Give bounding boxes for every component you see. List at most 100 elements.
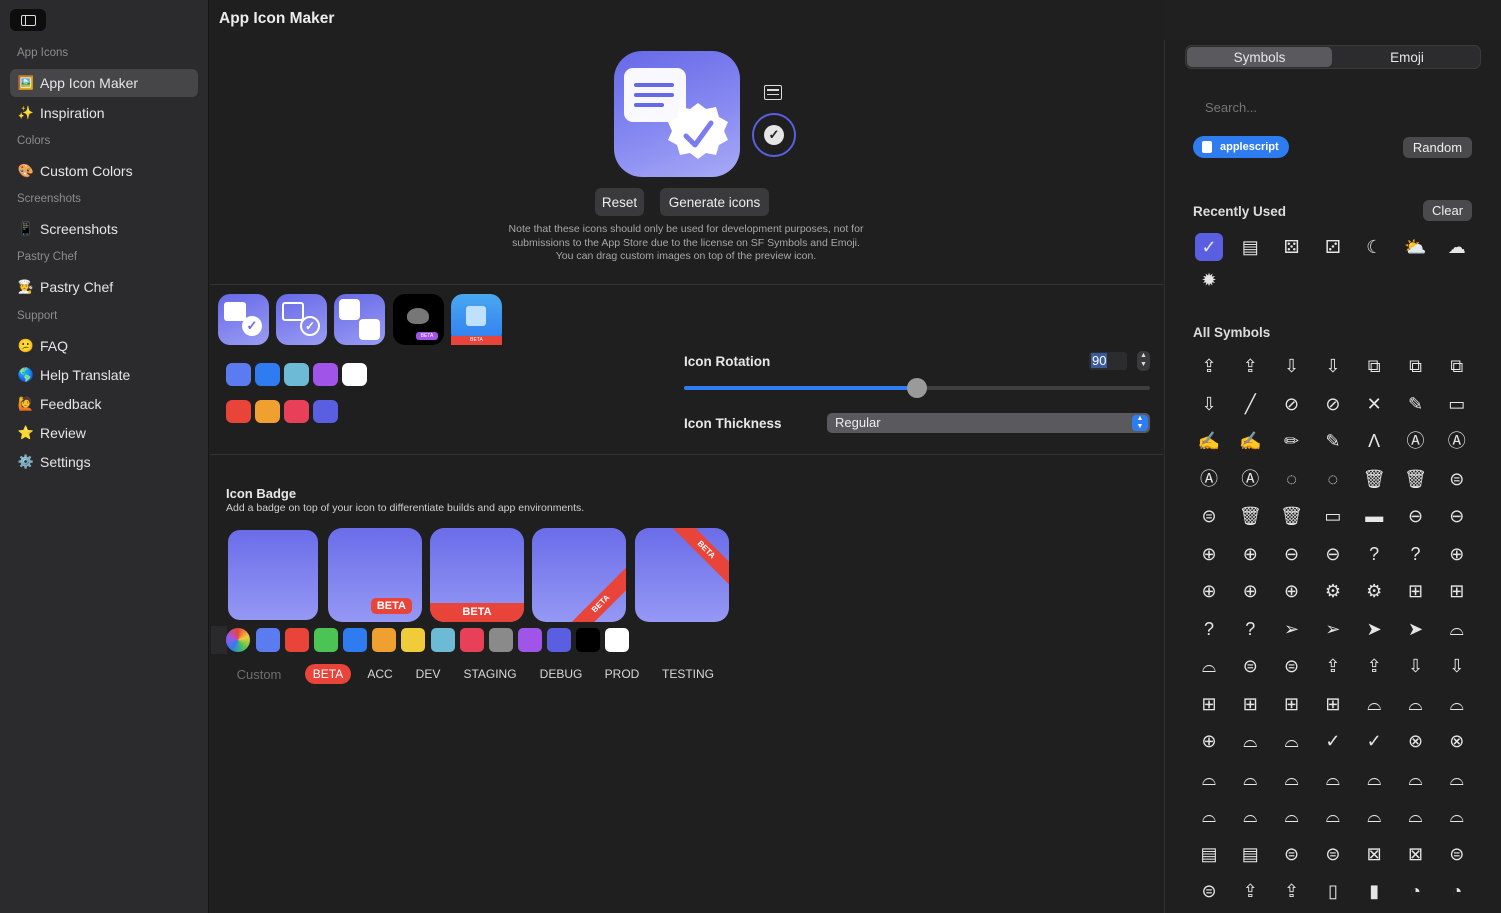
symbol-icon[interactable]: ⊕ xyxy=(1197,729,1221,753)
symbol-icon[interactable]: Ⓐ xyxy=(1445,429,1469,453)
badge-color-swatch[interactable] xyxy=(256,628,280,652)
preset-rock-beta[interactable]: BETA xyxy=(393,294,444,345)
symbol-icon[interactable]: ⊜ xyxy=(1280,842,1304,866)
symbol-icon[interactable]: ✏ xyxy=(1280,429,1304,453)
tab-emoji[interactable]: Emoji xyxy=(1334,47,1480,67)
symbol-icon[interactable]: ⊘ xyxy=(1321,392,1345,416)
symbol-icon[interactable]: ⧉ xyxy=(1445,354,1469,378)
symbol-icon[interactable]: ⌓ xyxy=(1445,692,1469,716)
die-five-icon[interactable]: ⚄ xyxy=(1280,235,1304,259)
sidebar-toggle-button[interactable] xyxy=(10,9,46,31)
symbol-icon[interactable]: ⌓ xyxy=(1362,804,1386,828)
symbol-icon[interactable]: 🗑 xyxy=(1238,504,1262,528)
symbol-icon[interactable]: ⌓ xyxy=(1238,767,1262,791)
rotation-slider-knob[interactable] xyxy=(907,378,927,398)
rotation-stepper[interactable]: ▲ ▼ xyxy=(1137,351,1150,371)
badge-style-corner-bottom[interactable]: BETA xyxy=(532,528,626,622)
symbol-icon[interactable]: ✎ xyxy=(1404,392,1428,416)
symbol-icon[interactable]: ◌ xyxy=(1280,467,1304,491)
badge-color-swatch[interactable] xyxy=(576,628,600,652)
symbol-icon[interactable]: ⊕ xyxy=(1238,542,1262,566)
symbol-icon[interactable]: ⌓ xyxy=(1362,692,1386,716)
symbol-icon[interactable]: ⊖ xyxy=(1445,504,1469,528)
sidebar-item-app-icon-maker[interactable]: 🖼️ App Icon Maker xyxy=(10,69,198,97)
thickness-select[interactable]: Regular ▲ ▼ xyxy=(827,413,1150,433)
symbol-icon[interactable]: ⊜ xyxy=(1445,467,1469,491)
badge-style-pill[interactable]: BETA xyxy=(328,528,422,622)
env-tab-testing[interactable]: TESTING xyxy=(658,664,718,684)
symbol-icon[interactable]: ⊘ xyxy=(1280,392,1304,416)
checkmark-seal-icon[interactable]: ✓ xyxy=(1195,233,1223,261)
checkmark-seal-icon[interactable]: ✓ xyxy=(752,113,796,157)
symbol-icon[interactable]: ◌ xyxy=(1321,467,1345,491)
tab-symbols[interactable]: Symbols xyxy=(1187,47,1332,67)
color-swatch-teal[interactable] xyxy=(284,363,309,386)
symbol-icon[interactable]: ⧉ xyxy=(1404,354,1428,378)
symbol-icon[interactable]: 🗑 xyxy=(1362,467,1386,491)
color-swatch-white[interactable] xyxy=(342,363,367,386)
symbol-icon[interactable]: ⊖ xyxy=(1404,504,1428,528)
cloud-icon[interactable]: ☁ xyxy=(1445,235,1469,259)
badge-color-swatch[interactable] xyxy=(489,628,513,652)
color-swatch-red[interactable] xyxy=(226,400,251,423)
env-tab-staging[interactable]: STAGING xyxy=(460,664,520,684)
symbol-icon[interactable]: ⊜ xyxy=(1197,504,1221,528)
color-swatch-purple[interactable] xyxy=(313,363,338,386)
symbol-icon[interactable]: ⇪ xyxy=(1197,354,1221,378)
symbol-icon[interactable]: ⚙ xyxy=(1321,579,1345,603)
symbol-icon[interactable]: Ⓐ xyxy=(1197,467,1221,491)
symbol-icon[interactable]: ⇪ xyxy=(1238,354,1262,378)
symbol-icon[interactable]: 🗑 xyxy=(1404,467,1428,491)
symbol-icon[interactable]: ⊗ xyxy=(1445,729,1469,753)
symbol-icon[interactable]: ⇪ xyxy=(1321,654,1345,678)
preset-dice[interactable] xyxy=(334,294,385,345)
symbol-icon[interactable]: ? xyxy=(1238,617,1262,641)
symbol-icon[interactable]: ⊖ xyxy=(1321,542,1345,566)
preset-doc-check-2[interactable]: ✓ xyxy=(276,294,327,345)
badge-style-none[interactable] xyxy=(228,530,318,620)
symbol-icon[interactable]: ⌓ xyxy=(1238,804,1262,828)
symbol-icon[interactable]: ⌓ xyxy=(1197,804,1221,828)
symbol-icon[interactable]: ⊗ xyxy=(1404,729,1428,753)
symbol-icon[interactable]: ◔ xyxy=(1445,879,1469,903)
badge-color-swatch[interactable] xyxy=(401,628,425,652)
symbol-icon[interactable]: ⌓ xyxy=(1238,729,1262,753)
symbol-icon[interactable]: ▬ xyxy=(1362,504,1386,528)
doc-text-small-icon[interactable] xyxy=(764,85,782,100)
color-swatch-violet[interactable] xyxy=(313,400,338,423)
env-tab-beta[interactable]: BETA xyxy=(305,664,351,684)
symbol-icon[interactable]: ⇩ xyxy=(1197,392,1221,416)
symbol-icon[interactable]: ⌓ xyxy=(1445,617,1469,641)
symbol-icon[interactable]: ⇪ xyxy=(1362,654,1386,678)
symbol-icon[interactable]: ✍ xyxy=(1238,429,1262,453)
badge-style-banner[interactable]: BETA xyxy=(430,528,524,622)
symbol-icon[interactable]: ⊜ xyxy=(1280,654,1304,678)
symbol-icon[interactable]: ? xyxy=(1197,617,1221,641)
symbol-icon[interactable]: ✍ xyxy=(1197,429,1221,453)
symbol-icon[interactable]: ⇪ xyxy=(1238,879,1262,903)
badge-color-swatch[interactable] xyxy=(314,628,338,652)
symbol-icon[interactable]: ╱ xyxy=(1238,392,1262,416)
sidebar-item-screenshots[interactable]: 📱 Screenshots xyxy=(10,215,198,243)
symbol-icon[interactable]: ⊜ xyxy=(1445,842,1469,866)
symbol-icon[interactable]: ⌓ xyxy=(1445,767,1469,791)
badge-color-swatch[interactable] xyxy=(372,628,396,652)
symbol-search-input[interactable] xyxy=(1193,95,1473,119)
clear-button[interactable]: Clear xyxy=(1423,200,1472,221)
symbol-icon[interactable]: ⇩ xyxy=(1321,354,1345,378)
sidebar-item-inspiration[interactable]: ✨ Inspiration xyxy=(10,99,198,127)
symbol-icon[interactable]: ▭ xyxy=(1321,504,1345,528)
sidebar-item-settings[interactable]: ⚙️ Settings xyxy=(10,448,198,476)
symbol-icon[interactable]: ⇪ xyxy=(1280,879,1304,903)
symbol-icon[interactable]: ⌓ xyxy=(1321,767,1345,791)
sidebar-item-faq[interactable]: 😕 FAQ xyxy=(10,332,198,360)
sidebar-item-help-translate[interactable]: 🌎 Help Translate xyxy=(10,361,198,389)
symbol-icon[interactable]: ⌓ xyxy=(1404,767,1428,791)
symbol-icon[interactable]: ⌓ xyxy=(1404,692,1428,716)
symbol-icon[interactable]: ⊞ xyxy=(1197,692,1221,716)
sidebar-item-pastry-chef[interactable]: 🧑‍🍳 Pastry Chef xyxy=(10,273,198,301)
badge-color-swatch[interactable] xyxy=(547,628,571,652)
generate-icons-button[interactable]: Generate icons xyxy=(660,188,769,216)
symbol-icon[interactable]: ⇩ xyxy=(1404,654,1428,678)
symbol-icon[interactable]: ⌓ xyxy=(1445,804,1469,828)
